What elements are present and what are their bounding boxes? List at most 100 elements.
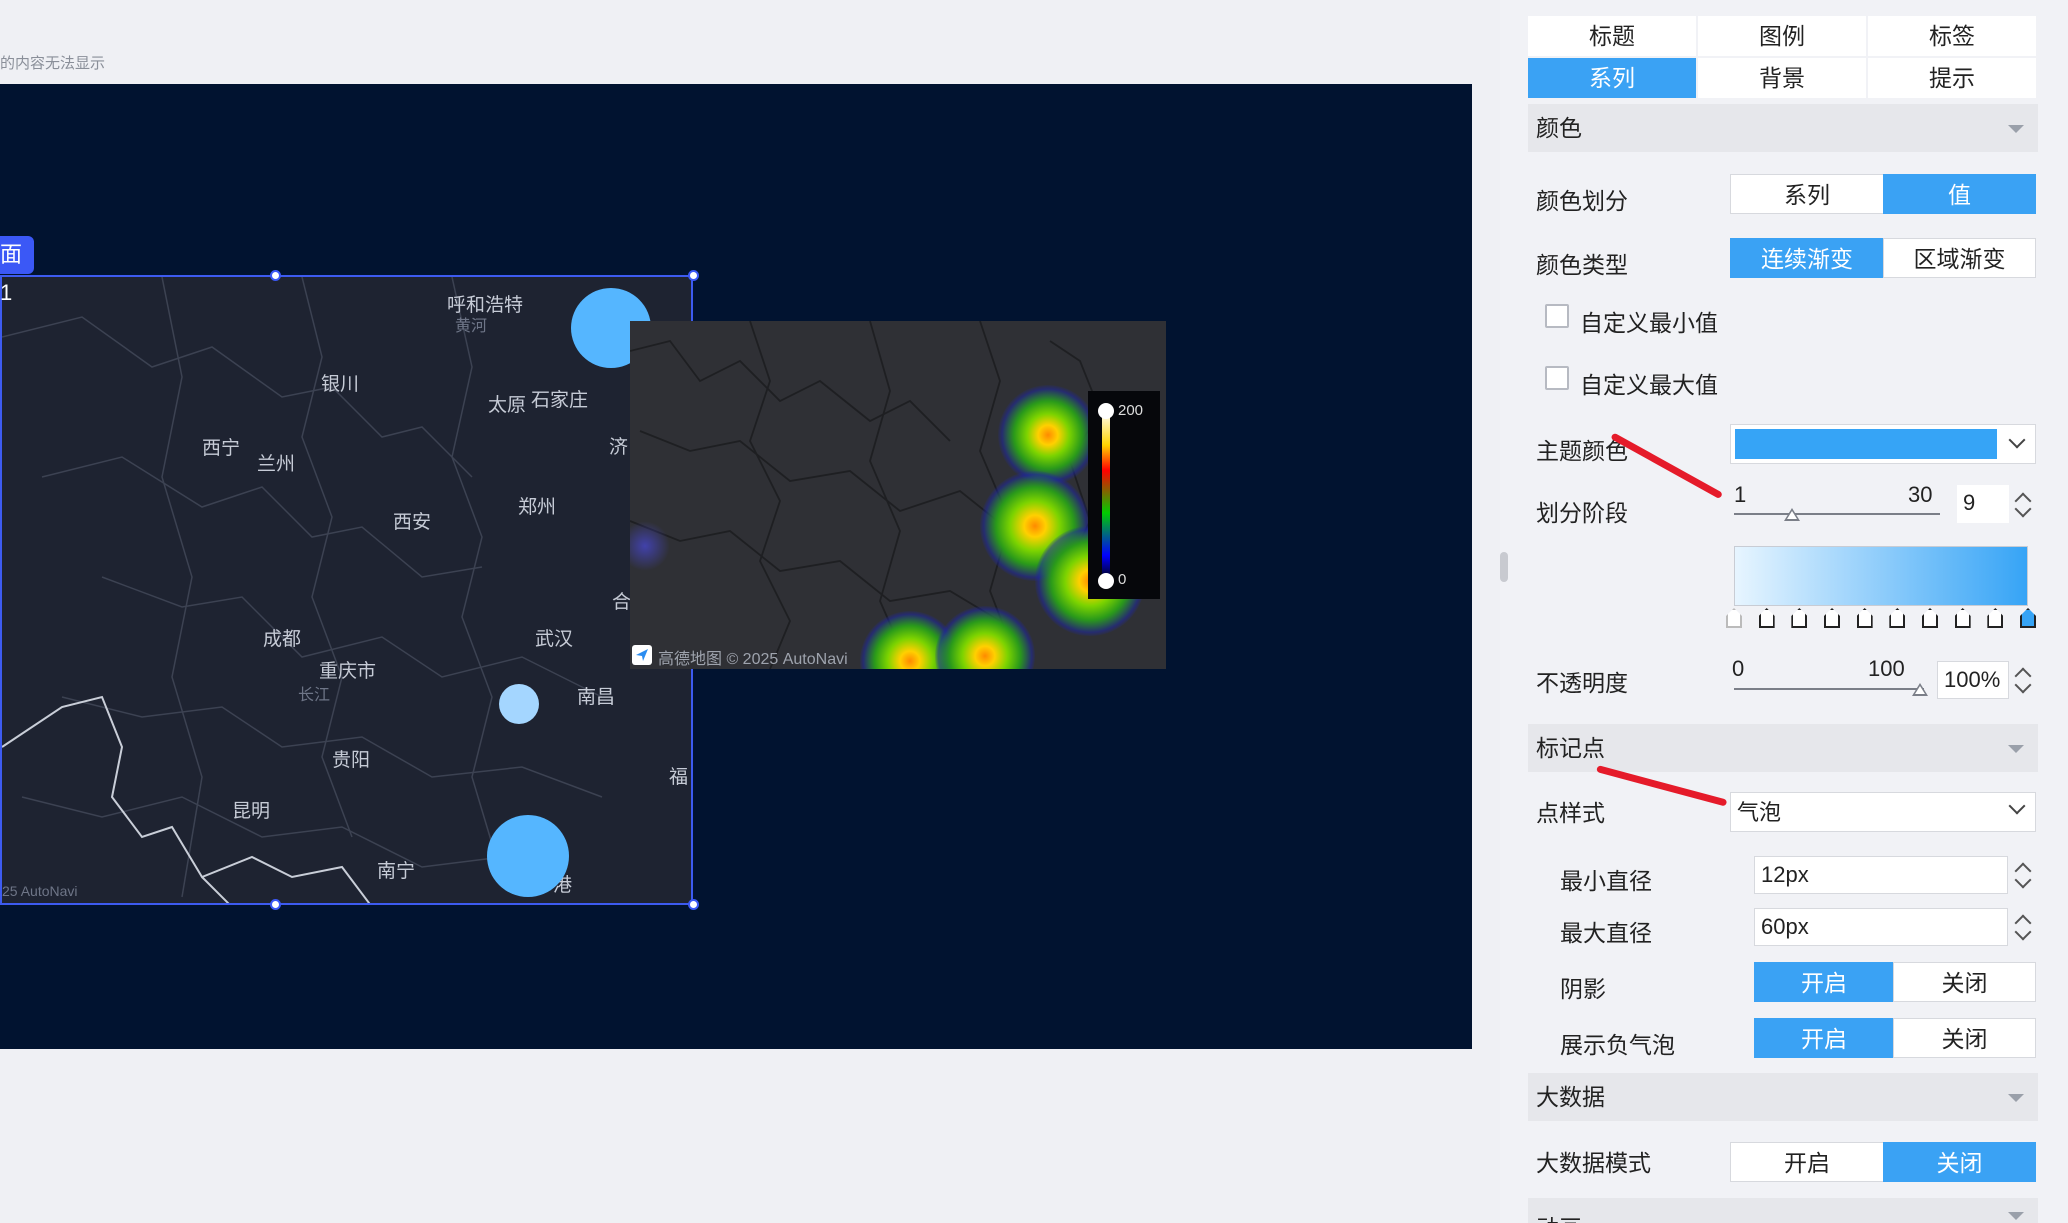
bigdata-on[interactable]: 开启 — [1730, 1142, 1884, 1182]
opacity-slider-track[interactable] — [1734, 688, 1924, 690]
map-city-label: 银川 — [321, 374, 360, 395]
negative-bubble-off[interactable]: 关闭 — [1893, 1018, 2036, 1058]
resize-handle[interactable] — [688, 899, 699, 910]
map-city-label: 重庆市 — [319, 661, 377, 682]
map-city-label: 西安 — [393, 512, 432, 533]
stage-input[interactable]: 9 — [1957, 485, 2009, 523]
opacity-max: 100 — [1868, 656, 1905, 681]
opacity-label: 不透明度 — [1536, 670, 1628, 696]
tab-label[interactable]: 标签 — [1868, 16, 2036, 56]
shadow-off[interactable]: 关闭 — [1893, 962, 2036, 1002]
map-river-label: 长江 — [298, 687, 331, 704]
heatmap-watermark: 高德地图 © 2025 AutoNavi — [658, 651, 848, 668]
section-bigdata[interactable]: 大数据 — [1528, 1073, 2038, 1121]
collapse-arrow-icon[interactable] — [2008, 745, 2024, 753]
opacity-min: 0 — [1732, 656, 1745, 681]
tab-title[interactable]: 标题 — [1528, 16, 1696, 56]
legend-min-handle[interactable] — [1098, 573, 1114, 589]
legend-max-handle[interactable] — [1098, 403, 1114, 419]
map-city-label: 石家庄 — [531, 390, 589, 411]
map-city-label: 南宁 — [377, 861, 416, 882]
custom-min-checkbox[interactable] — [1545, 304, 1569, 328]
color-type-continuous[interactable]: 连续渐变 — [1730, 238, 1884, 278]
legend-gradient-bar — [1102, 411, 1110, 581]
min-diameter-label: 最小直径 — [1560, 868, 1652, 894]
heatmap-legend — [1088, 391, 1160, 599]
map-city-label: 济 — [609, 437, 629, 458]
map-bubble[interactable] — [499, 684, 539, 724]
point-style-label: 点样式 — [1536, 800, 1605, 826]
map-city-label: 昆明 — [232, 801, 271, 822]
max-diameter-input[interactable]: 60px — [1754, 908, 2008, 946]
map-city-label: 西宁 — [202, 438, 241, 459]
map-city-label: 太原 — [488, 395, 527, 416]
legend-max-label: 200 — [1118, 402, 1144, 419]
section-animation[interactable]: 动画 — [1528, 1198, 2038, 1223]
opacity-stepper-down[interactable] — [2012, 676, 2034, 717]
color-division-series[interactable]: 系列 — [1730, 174, 1884, 214]
custom-max-label: 自定义最大值 — [1580, 372, 1718, 398]
negative-bubble-label: 展示负气泡 — [1560, 1032, 1675, 1058]
bigdata-mode-label: 大数据模式 — [1536, 1150, 1651, 1176]
heat-point — [998, 385, 1098, 485]
stage-stepper-down[interactable] — [2012, 500, 2034, 541]
color-type-region[interactable]: 区域渐变 — [1883, 238, 2036, 278]
point-style-select[interactable]: 气泡 — [1730, 792, 2036, 832]
stage-max: 30 — [1908, 482, 1933, 507]
map-city-label: 南昌 — [577, 687, 616, 708]
tab-legend[interactable]: 图例 — [1698, 16, 1866, 56]
collapse-arrow-icon[interactable] — [2008, 125, 2024, 133]
shadow-label: 阴影 — [1560, 976, 1606, 1002]
navigation-icon — [632, 645, 652, 665]
panel-resize-handle[interactable] — [1500, 552, 1508, 582]
negative-bubble-on[interactable]: 开启 — [1754, 1018, 1894, 1058]
section-animation-title: 动画 — [1536, 1204, 1582, 1223]
legend-min-label: 0 — [1118, 571, 1127, 588]
custom-max-checkbox[interactable] — [1545, 366, 1569, 390]
section-bigdata-title: 大数据 — [1536, 1084, 1605, 1110]
tab-tooltip[interactable]: 提示 — [1868, 58, 2036, 98]
section-color[interactable]: 颜色 — [1528, 104, 2038, 152]
theme-color-picker[interactable] — [1730, 424, 2036, 464]
max-diameter-label: 最大直径 — [1560, 920, 1652, 946]
resize-handle[interactable] — [270, 270, 281, 281]
color-type-label: 颜色类型 — [1536, 252, 1628, 278]
section-color-title: 颜色 — [1536, 115, 1582, 141]
collapse-arrow-icon[interactable] — [2008, 1212, 2024, 1220]
section-marker-title: 标记点 — [1536, 735, 1605, 761]
map-city-label: 武汉 — [535, 629, 574, 650]
map-city-label: 福 — [669, 767, 689, 788]
gradient-preview — [1734, 546, 2028, 606]
bigdata-off[interactable]: 关闭 — [1883, 1142, 2036, 1182]
min-diameter-input[interactable]: 12px — [1754, 856, 2008, 894]
map-river-label: 黄河 — [455, 318, 488, 335]
component-tag[interactable]: 面1 — [0, 236, 34, 305]
stage-label: 划分阶段 — [1536, 500, 1628, 526]
tab-series[interactable]: 系列 — [1528, 58, 1696, 98]
shadow-on[interactable]: 开启 — [1754, 962, 1894, 1002]
map-city-label: 合 — [612, 592, 632, 613]
resize-handle[interactable] — [688, 270, 699, 281]
custom-min-label: 自定义最小值 — [1580, 310, 1718, 336]
map-city-label: 成都 — [263, 629, 302, 650]
color-division-label: 颜色划分 — [1536, 188, 1628, 214]
theme-color-swatch — [1735, 429, 1997, 459]
tab-background[interactable]: 背景 — [1698, 58, 1866, 98]
heatmap-component[interactable] — [630, 321, 1166, 669]
max-diameter-stepper-down[interactable] — [2012, 923, 2034, 964]
stage-slider-thumb[interactable] — [1784, 508, 1800, 521]
map-city-label: 郑州 — [518, 497, 557, 518]
resize-handle[interactable] — [270, 899, 281, 910]
stage-slider-track[interactable] — [1734, 513, 1940, 515]
section-marker[interactable]: 标记点 — [1528, 724, 2038, 772]
map-bubble[interactable] — [487, 815, 569, 897]
map-city-label: 兰州 — [257, 454, 296, 475]
hint-text: 的内容无法显示 — [0, 55, 106, 72]
opacity-input[interactable]: 100% — [1937, 661, 2009, 699]
collapse-arrow-icon[interactable] — [2008, 1094, 2024, 1102]
stage-min: 1 — [1734, 482, 1747, 507]
map-watermark: 25 AutoNavi — [2, 883, 78, 899]
map-city-label: 贵阳 — [332, 750, 371, 771]
color-division-value[interactable]: 值 — [1883, 174, 2036, 214]
opacity-slider-thumb[interactable] — [1912, 683, 1928, 696]
